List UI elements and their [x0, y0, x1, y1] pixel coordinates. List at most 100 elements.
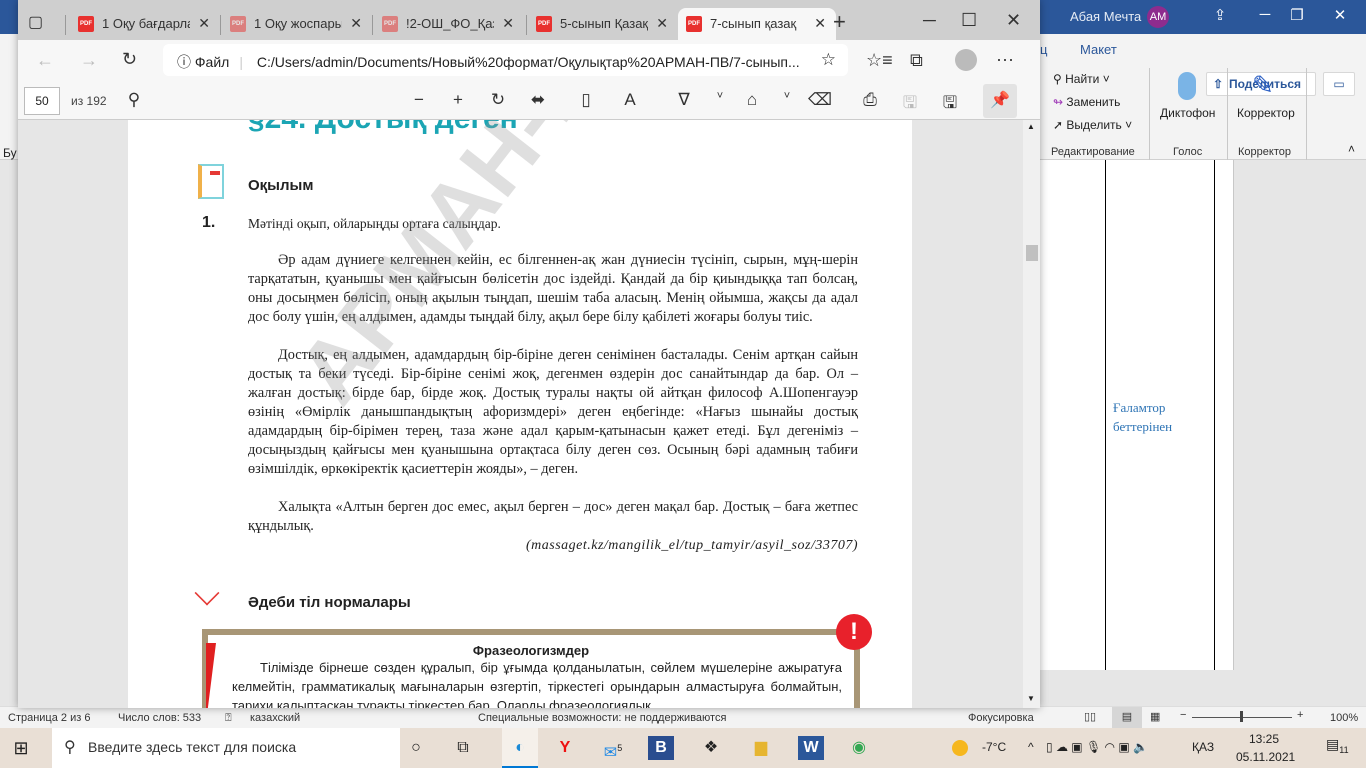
highlight-icon[interactable]: ⌂: [740, 90, 764, 110]
draw-options-chevron-icon[interactable]: ˅: [708, 90, 732, 102]
input-language[interactable]: ҚАЗ: [1192, 740, 1214, 754]
chrome-app-icon[interactable]: ◉: [846, 736, 872, 760]
zoom-level[interactable]: 100%: [1330, 712, 1358, 724]
print-icon[interactable]: ⎙: [858, 90, 882, 110]
dropbox-app-icon[interactable]: ❖: [698, 736, 724, 760]
taskbar-search[interactable]: ⚲ Введите здесь текст для поиска: [52, 728, 400, 768]
ribbon-tab-layout[interactable]: Макет: [1080, 42, 1117, 57]
close-tab-icon[interactable]: ✕: [656, 15, 668, 32]
comments-button[interactable]: ▭: [1323, 72, 1355, 96]
word-count[interactable]: Число слов: 533: [118, 712, 201, 724]
forward-button[interactable]: →: [80, 50, 98, 71]
search-icon[interactable]: ⚲: [122, 90, 146, 110]
word-close-button[interactable]: ✕: [1325, 6, 1355, 24]
refresh-button[interactable]: ↻: [122, 49, 137, 70]
task-view-icon[interactable]: ⧉: [450, 736, 476, 760]
address-bar[interactable]: ⓘ Файл | C:/Users/admin/Documents/Новый%2…: [163, 44, 848, 76]
close-tab-icon[interactable]: ✕: [814, 15, 826, 32]
word-minimize-button[interactable]: ─: [1250, 6, 1280, 23]
save-icon[interactable]: 🖫: [898, 90, 922, 119]
zoom-in-icon[interactable]: +: [446, 90, 470, 110]
replace-button[interactable]: ↬ Заменить: [1053, 95, 1120, 109]
tab-1[interactable]: PDF 1 Оқу бағдарламасы ✕: [70, 8, 220, 40]
clock-date[interactable]: 05.11.2021: [1236, 750, 1295, 764]
close-button[interactable]: ✕: [1006, 10, 1021, 31]
page-number-input[interactable]: 50: [24, 87, 60, 115]
add-favorite-icon[interactable]: ☆: [821, 50, 836, 70]
scroll-thumb[interactable]: [1026, 245, 1038, 261]
dictate-button[interactable]: Диктофон: [1160, 106, 1215, 120]
word-app-icon[interactable]: W: [798, 736, 824, 760]
back-button[interactable]: ←: [36, 50, 54, 71]
minimize-button[interactable]: ─: [923, 10, 936, 31]
highlight-options-chevron-icon[interactable]: ˅: [775, 90, 799, 102]
fit-page-icon[interactable]: ⬌: [526, 90, 550, 110]
select-button[interactable]: ➚ Выделить ˅: [1053, 118, 1132, 132]
cortana-icon[interactable]: ○: [403, 736, 429, 760]
select-label: Выделить: [1066, 118, 1122, 132]
pdf-icon: PDF: [78, 16, 94, 32]
draw-icon[interactable]: ∇: [672, 90, 696, 110]
favorites-icon[interactable]: ☆≡: [866, 50, 893, 71]
close-tab-icon[interactable]: ✕: [350, 15, 362, 32]
more-menu-icon[interactable]: ···: [996, 49, 1014, 70]
close-tab-icon[interactable]: ✕: [198, 15, 210, 32]
tab-4[interactable]: PDF 5-сынып Қазақ ✕: [528, 8, 678, 40]
page-count[interactable]: Страница 2 из 6: [8, 712, 90, 724]
close-tab-icon[interactable]: ✕: [502, 15, 514, 32]
editor-pen-icon[interactable]: ✎: [1252, 70, 1274, 101]
scroll-down-icon[interactable]: ▼: [1027, 694, 1035, 703]
clock-time[interactable]: 13:25: [1249, 732, 1279, 746]
pin-icon: 📌: [990, 92, 1010, 109]
section-reading-title: Оқылым: [248, 177, 314, 194]
new-tab-button[interactable]: +: [833, 9, 846, 35]
mail-app-icon[interactable]: ✉5: [600, 736, 626, 761]
tab-2[interactable]: PDF 1 Оқу жоспары_ ✕: [222, 8, 372, 40]
zoom-out-button[interactable]: −: [1180, 709, 1186, 721]
language[interactable]: казахский: [250, 712, 300, 724]
pdf-viewer[interactable]: §24. Достық деген Оқылым 1. Мәтінді оқып…: [18, 120, 1040, 708]
proofing-icon[interactable]: ⍰: [225, 712, 232, 725]
edge-app-icon[interactable]: ◐: [502, 728, 538, 768]
scroll-up-icon[interactable]: ▲: [1027, 122, 1035, 131]
save-as-icon[interactable]: 🖫: [938, 90, 962, 119]
profile-icon[interactable]: [955, 49, 977, 71]
weather-temp[interactable]: -7°C: [982, 740, 1006, 754]
maximize-button[interactable]: ☐: [961, 10, 977, 31]
tab-actions-icon[interactable]: ▢: [28, 12, 43, 32]
pdf-scrollbar[interactable]: ▲ ▼: [1023, 120, 1040, 708]
web-layout-icon[interactable]: ▦: [1150, 710, 1160, 723]
focus-button[interactable]: Фокусировка: [968, 712, 1034, 724]
rotate-icon[interactable]: ↻: [486, 90, 510, 110]
avatar[interactable]: АМ: [1147, 6, 1169, 28]
pin-toolbar-button[interactable]: 📌: [983, 84, 1017, 118]
eraser-icon[interactable]: ⌫: [808, 90, 832, 110]
notifications-icon[interactable]: ▤11: [1326, 736, 1349, 755]
accessibility-status[interactable]: Специальные возможности: не поддерживают…: [478, 712, 726, 724]
word-restore-button[interactable]: ❐: [1282, 6, 1312, 24]
collections-icon[interactable]: ⧉: [910, 50, 923, 71]
exclamation-icon: !: [836, 614, 872, 650]
find-button[interactable]: ⚲ Найти ˅: [1053, 72, 1110, 86]
zoom-in-button[interactable]: +: [1297, 709, 1303, 721]
editor-button[interactable]: Корректор: [1237, 106, 1295, 120]
tab-3[interactable]: PDF !2-ОШ_ФО_Қазақ ✕: [374, 8, 524, 40]
zoom-out-icon[interactable]: −: [407, 90, 431, 110]
tray-icons[interactable]: ▯ ☁ ▣ 🎙 ◠ ▣ 🔈: [1046, 740, 1148, 754]
collapse-ribbon-icon[interactable]: ˄: [1348, 142, 1355, 156]
microphone-icon[interactable]: [1178, 72, 1196, 100]
yandex-app-icon[interactable]: Y: [552, 736, 578, 760]
ribbon-display-icon[interactable]: ⇪: [1205, 6, 1235, 24]
tray-chevron-icon[interactable]: ^: [1028, 740, 1034, 754]
print-layout-icon[interactable]: ▤: [1112, 707, 1142, 728]
read-mode-icon[interactable]: ▯▯: [1084, 710, 1096, 723]
ribbon-tab-partial[interactable]: ц: [1040, 42, 1047, 57]
tab-5-active[interactable]: PDF 7-сынып қазақ ✕: [678, 8, 836, 40]
read-aloud-icon[interactable]: A: [618, 90, 642, 110]
zoom-thumb[interactable]: [1240, 711, 1243, 722]
windows-start-icon[interactable]: ⊞: [8, 736, 34, 760]
b-app-icon[interactable]: B: [648, 736, 674, 760]
file-explorer-icon[interactable]: ▆: [748, 736, 774, 760]
page-view-icon[interactable]: ▯: [574, 90, 598, 110]
weather-icon[interactable]: [952, 740, 968, 756]
